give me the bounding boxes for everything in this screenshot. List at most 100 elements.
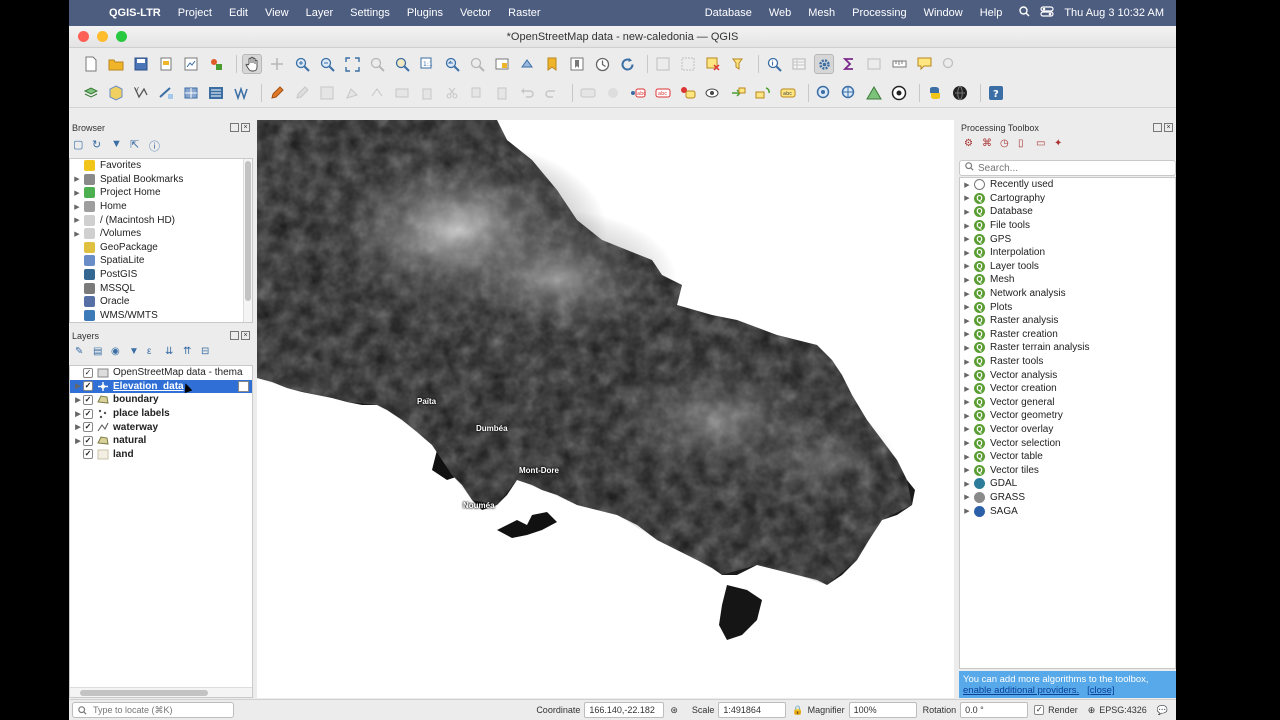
zoom-next-icon[interactable]: [467, 54, 487, 74]
magnifier-field[interactable]: 100%: [848, 702, 917, 718]
toolbox-provider-item[interactable]: ▶ Q Vector tiles: [960, 463, 1175, 477]
zoom-last-icon[interactable]: [442, 54, 462, 74]
zoom-in-icon[interactable]: [292, 54, 312, 74]
add-vector-layer-icon[interactable]: V: [131, 83, 151, 103]
coordinate-field[interactable]: 166.140,-22.182: [584, 702, 665, 718]
results-viewer-icon[interactable]: ▯: [1018, 138, 1032, 152]
toolbox-provider-item[interactable]: ▶ Q Raster analysis: [960, 314, 1175, 328]
add-raster-layer-icon[interactable]: [156, 83, 176, 103]
browser-float-button[interactable]: [230, 123, 239, 132]
layer-row[interactable]: ✓ OpenStreetMap data - thema: [70, 366, 252, 380]
filter-browser-icon[interactable]: ▼: [111, 138, 125, 152]
zoom-full-icon[interactable]: [342, 54, 362, 74]
toolbox-provider-item[interactable]: ▶ Q Mesh: [960, 273, 1175, 287]
toolbox-provider-item[interactable]: ▶ Q Cartography: [960, 192, 1175, 206]
expand-arrow-icon[interactable]: ▶: [960, 276, 974, 284]
cut-features-icon[interactable]: [442, 83, 462, 103]
toolbox-provider-item[interactable]: ▶ Q GPS: [960, 232, 1175, 246]
search-icon[interactable]: [1019, 6, 1030, 20]
layer-visibility-checkbox[interactable]: ✓: [83, 367, 93, 378]
browser-item[interactable]: ▶ / (Macintosh HD): [70, 213, 252, 227]
zoom-identify-icon[interactable]: [814, 83, 834, 103]
new-map-view-icon[interactable]: [492, 54, 512, 74]
expand-arrow-icon[interactable]: ▶: [960, 222, 974, 230]
map-tips-icon[interactable]: [914, 54, 934, 74]
modify-attributes-icon[interactable]: [392, 83, 412, 103]
apple-icon[interactable]: [83, 6, 97, 20]
menu-app[interactable]: QGIS-LTR: [109, 7, 161, 19]
crs-globe-icon[interactable]: ⊕: [1088, 705, 1096, 716]
options-wrench-icon[interactable]: ✦: [1054, 138, 1068, 152]
toggle-extents-icon[interactable]: ⊛: [670, 705, 678, 716]
save-edits-icon[interactable]: [317, 83, 337, 103]
layers-close-button[interactable]: ×: [241, 331, 250, 340]
vertex-tool-icon[interactable]: [367, 83, 387, 103]
style-panel-icon[interactable]: ✎: [75, 346, 89, 360]
browser-close-button[interactable]: ×: [241, 123, 250, 132]
toolbox-provider-item[interactable]: ▶ GRASS: [960, 491, 1175, 505]
browser-item[interactable]: Favorites: [70, 159, 252, 173]
zoom-out-icon[interactable]: [317, 54, 337, 74]
messages-icon[interactable]: 💬: [1157, 705, 1168, 716]
expand-arrow-icon[interactable]: ▶: [960, 480, 974, 488]
toolbox-provider-item[interactable]: ▶ Q Raster creation: [960, 328, 1175, 342]
expand-arrow-icon[interactable]: ▶: [960, 262, 974, 270]
expand-arrow-icon[interactable]: ▶: [70, 203, 84, 211]
move-label-icon[interactable]: [728, 83, 748, 103]
collapse-all-icon[interactable]: ⇱: [130, 138, 144, 152]
layer-visibility-checkbox[interactable]: ✓: [83, 408, 93, 419]
menu-database[interactable]: Database: [705, 7, 752, 19]
layer-row[interactable]: ▶ ✓ Elevation_data: [70, 379, 252, 394]
toolbox-float-button[interactable]: [1153, 123, 1162, 132]
help-icon[interactable]: ?: [986, 83, 1006, 103]
browser-item[interactable]: ▶ Home: [70, 200, 252, 214]
expand-arrow-icon[interactable]: ▶: [960, 290, 974, 298]
expand-arrow-icon[interactable]: ▶: [73, 396, 83, 404]
window-zoom-button[interactable]: [116, 31, 127, 42]
expand-arrow-icon[interactable]: ▶: [70, 189, 84, 197]
layer-visibility-checkbox[interactable]: ✓: [83, 435, 93, 446]
layer-visibility-checkbox[interactable]: ✓: [83, 422, 93, 433]
layout-manager-icon[interactable]: [181, 54, 201, 74]
menu-mesh[interactable]: Mesh: [808, 7, 835, 19]
layer-labeling-icon[interactable]: abc: [628, 83, 648, 103]
expand-arrow-icon[interactable]: ▶: [960, 412, 974, 420]
expand-arrow-icon[interactable]: ▶: [960, 208, 974, 216]
filter-legend-icon[interactable]: ▼: [129, 346, 143, 360]
toolbox-provider-item[interactable]: ▶ Q Vector general: [960, 396, 1175, 410]
render-checkbox[interactable]: ✓: [1034, 705, 1045, 715]
menu-raster[interactable]: Raster: [508, 7, 540, 19]
toggle-editing-icon[interactable]: [267, 83, 287, 103]
toolbox-provider-item[interactable]: ▶ Q Interpolation: [960, 246, 1175, 260]
layer-row[interactable]: ▶ ✓ waterway: [70, 420, 252, 434]
rotation-field[interactable]: 0.0 °: [960, 702, 1029, 718]
expand-arrow-icon[interactable]: ▶: [960, 235, 974, 243]
new-3d-view-icon[interactable]: [517, 54, 537, 74]
window-minimize-button[interactable]: [97, 31, 108, 42]
expand-arrow-icon[interactable]: ▶: [70, 175, 84, 183]
edit-features-inplace-icon[interactable]: ▭: [1036, 138, 1050, 152]
identify-features-icon[interactable]: [653, 54, 673, 74]
control-center-icon[interactable]: [1040, 6, 1054, 20]
toolbox-provider-item[interactable]: ▶ Q Vector overlay: [960, 423, 1175, 437]
expand-arrow-icon[interactable]: ▶: [960, 303, 974, 311]
browser-item[interactable]: Oracle: [70, 295, 252, 309]
identify-icon[interactable]: i: [764, 54, 784, 74]
expand-arrow-icon[interactable]: ▶: [960, 453, 974, 461]
expand-arrow-icon[interactable]: ▶: [960, 249, 974, 257]
menu-plugins[interactable]: Plugins: [407, 7, 443, 19]
python-console-icon[interactable]: [925, 83, 945, 103]
browser-item[interactable]: GeoPackage: [70, 241, 252, 255]
undo-icon[interactable]: [517, 83, 537, 103]
expand-arrow-icon[interactable]: ▶: [70, 230, 84, 238]
toolbox-provider-item[interactable]: ▶ Q Layer tools: [960, 260, 1175, 274]
zoom-globe-icon[interactable]: [839, 83, 859, 103]
browser-item[interactable]: ▶ /Volumes: [70, 227, 252, 241]
add-feature-icon[interactable]: [342, 83, 362, 103]
toolbox-search-box[interactable]: [959, 160, 1176, 176]
menu-vector[interactable]: Vector: [460, 7, 491, 19]
layer-visibility-checkbox[interactable]: ✓: [83, 381, 93, 392]
layer-labeling-options-icon[interactable]: abc: [653, 83, 673, 103]
gps-icon[interactable]: [889, 83, 909, 103]
toolbox-provider-item[interactable]: ▶ Q Vector creation: [960, 382, 1175, 396]
